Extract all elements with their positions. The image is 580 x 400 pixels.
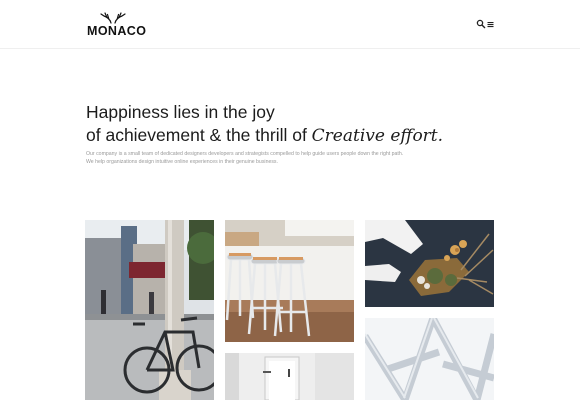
menu-icon[interactable] [487,19,495,29]
logo-text: MONACO [87,24,147,38]
hero-description: Our company is a small team of dedicated… [86,150,446,166]
gallery-item-bar-stools[interactable] [225,220,354,342]
gallery-item-dried-flowers[interactable] [365,220,494,307]
bar-stools-photo [225,220,354,342]
hero-title-line-2-text: of achievement & the thrill of [86,125,312,145]
hero-title-line-1: Happiness lies in the joy [86,102,275,122]
interior-door-photo [225,353,354,400]
street-bicycle-photo [85,220,214,400]
hero-description-line-1: Our company is a small team of dedicated… [86,151,404,157]
hero-title: Happiness lies in the joy of achievement… [86,101,506,148]
search-icon[interactable] [476,19,486,29]
hero-title-emphasis: Creative effort. [311,126,444,146]
white-structure-photo [365,318,494,400]
gallery-item-interior[interactable] [225,353,354,400]
site-header: MONACO [0,0,580,49]
gallery-item-street-bicycle[interactable] [85,220,214,400]
hero-title-line-2: of achievement & the thrill of Creative … [86,124,506,148]
site-logo[interactable]: MONACO [87,10,146,38]
gallery-item-white-structure[interactable] [365,318,494,400]
hero-description-line-2: We help organizations design intuitive o… [86,159,278,165]
header-actions [476,19,496,29]
antlers-logo-icon [100,12,126,24]
dried-flowers-photo [365,220,494,307]
